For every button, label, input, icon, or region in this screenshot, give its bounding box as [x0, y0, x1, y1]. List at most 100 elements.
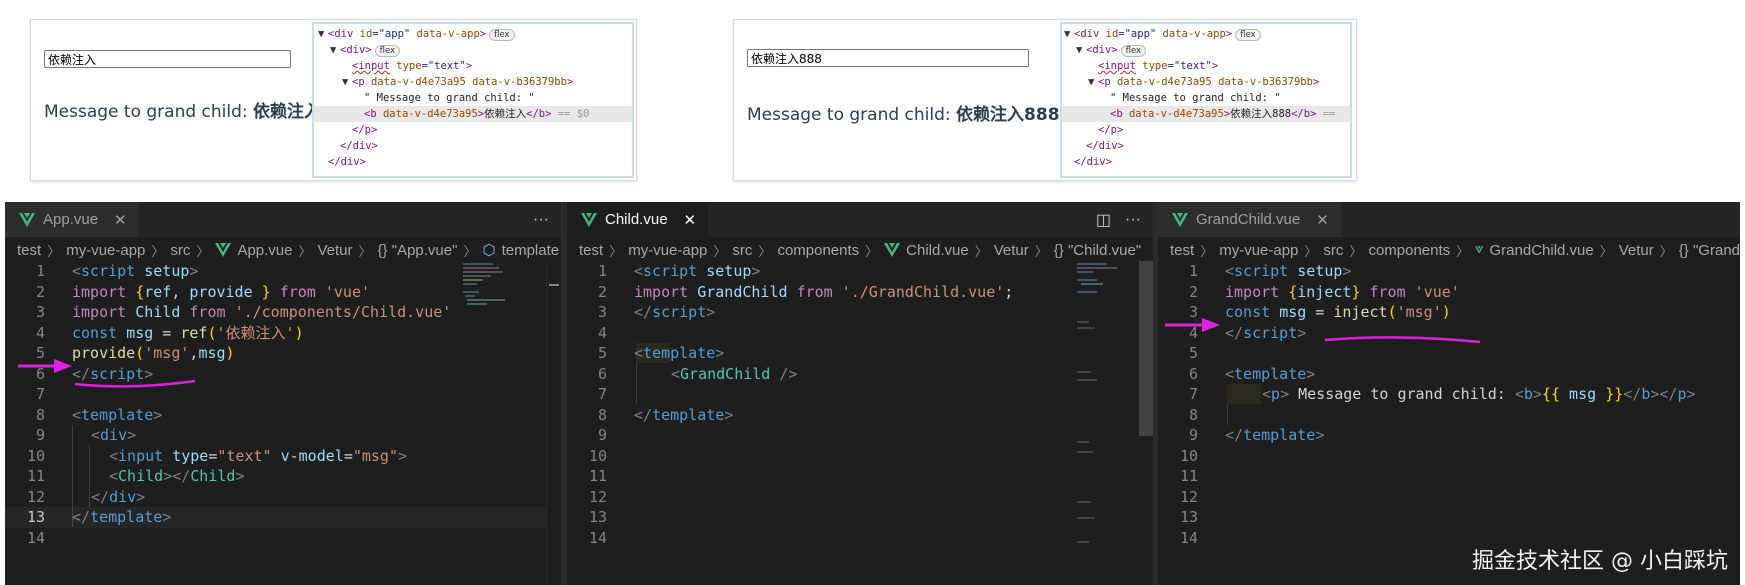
dom-node-p[interactable]: ▼ <p data-v-d4e73a95 data-v-b36379bb>	[1088, 74, 1350, 90]
breadcrumb-item[interactable]: GrandChild.vue	[1490, 242, 1594, 259]
breadcrumb-item[interactable]: my-vue-app	[628, 242, 707, 259]
breadcrumb-item[interactable]: test	[1170, 242, 1194, 259]
dom-node-b-selected[interactable]: <b data-v-d4e73a95>依赖注入</b> == $0	[314, 106, 632, 122]
dom-node-b-selected[interactable]: <b data-v-d4e73a95>依赖注入888</b> ==	[1062, 106, 1350, 122]
breadcrumb-item[interactable]: my-vue-app	[1219, 242, 1298, 259]
breadcrumb-item[interactable]: {} "App.vue"	[378, 242, 458, 259]
breadcrumb-item[interactable]: Vetur	[994, 242, 1029, 259]
devtools-elements-panel: ▼ <div id="app" data-v-app> flex ▼ <div> fle…	[1060, 22, 1352, 178]
breadcrumb-item[interactable]: Vetur	[318, 242, 353, 259]
tab-child-vue[interactable]: Child.vue ✕	[567, 202, 709, 237]
editor-pane-app-vue: App.vue ✕ ··· test 〉 my-vue-app 〉 src 〉 App…	[5, 202, 561, 585]
expand-triangle-icon[interactable]: ▼	[1076, 42, 1086, 58]
expand-triangle-icon[interactable]: ▼	[342, 74, 352, 90]
code-line-inject: 3 const msg = inject('msg')	[1188, 303, 1451, 321]
code-line: 8 </template>	[597, 405, 734, 424]
breadcrumb: test 〉 my-vue-app 〉 src 〉 App.vue 〉 Vetur 〉 {…	[17, 241, 560, 260]
dom-node-div[interactable]: ▼ <div> flex	[1076, 42, 1350, 58]
message-value: 依赖注入	[253, 102, 322, 122]
code-line: 14	[26, 528, 45, 547]
breadcrumb: test 〉 my-vue-app 〉 src 〉 components 〉 Grand…	[1170, 241, 1740, 259]
code-area[interactable]: 1 <script setup> 2 import GrandChild from …	[567, 261, 1153, 585]
breadcrumb-item[interactable]: my-vue-app	[66, 242, 145, 259]
code-line: 5	[1188, 344, 1198, 362]
code-line: 7	[35, 385, 45, 403]
code-line-current: 13 </template>	[5, 507, 561, 528]
code-line: 3 </script>	[597, 303, 716, 321]
dom-close-app: </div>	[328, 156, 366, 168]
code-line: 8	[1188, 405, 1198, 424]
more-actions-icon[interactable]: ···	[1125, 211, 1141, 229]
flex-badge[interactable]: flex	[1120, 45, 1147, 57]
scrollbar-thumb[interactable]	[1139, 261, 1153, 436]
watermark: 掘金技术社区 @ 小白踩坑	[1472, 549, 1728, 574]
dom-text-node[interactable]: " Message to grand child: "	[1110, 90, 1350, 106]
dom-text-node[interactable]: " Message to grand child: "	[364, 90, 632, 106]
flex-badge[interactable]: flex	[1235, 29, 1261, 41]
vue-file-icon	[19, 212, 35, 227]
breadcrumb-item[interactable]: src	[732, 242, 752, 259]
expand-triangle-icon[interactable]: ▼	[1064, 26, 1074, 42]
text-input[interactable]: 依赖注入	[44, 50, 291, 68]
vertical-scrollbar[interactable]	[546, 261, 561, 585]
minimap[interactable]	[463, 261, 509, 381]
code-line: 10	[588, 446, 607, 465]
breadcrumb-item[interactable]: components	[777, 242, 859, 259]
dom-node-input[interactable]: <input type="text">	[352, 58, 632, 74]
dom-close-div: </div>	[1086, 140, 1124, 152]
breadcrumb-item[interactable]: components	[1368, 242, 1450, 259]
tab-label: App.vue	[43, 211, 99, 228]
breadcrumb-item[interactable]: test	[17, 242, 41, 259]
dom-close-p: </p>	[352, 124, 378, 136]
dom-close-div: </div>	[340, 140, 378, 152]
close-icon[interactable]: ✕	[114, 211, 127, 229]
breadcrumb-item[interactable]: test	[579, 242, 603, 259]
code-line: 13	[588, 508, 607, 526]
code-line: 1 <script setup>	[1188, 262, 1352, 280]
flex-badge[interactable]: flex	[374, 45, 401, 57]
text-input[interactable]: 依赖注入888	[747, 49, 1029, 67]
minimap[interactable]	[1077, 261, 1123, 561]
split-editor-icon[interactable]: ◫	[1096, 210, 1111, 230]
code-line: 12	[1179, 487, 1198, 506]
vue-file-icon	[884, 243, 901, 257]
dom-node-app[interactable]: ▼ <div id="app" data-v-app> flex	[1064, 26, 1350, 42]
dom-node-app[interactable]: ▼ <div id="app" data-v-app> flex	[318, 26, 632, 42]
vue-file-icon	[1172, 212, 1188, 227]
scroll-position-marker	[549, 284, 559, 286]
code-line: 7	[597, 385, 607, 403]
breadcrumb-item[interactable]: template	[502, 242, 560, 259]
expand-triangle-icon[interactable]: ▼	[1088, 74, 1098, 90]
dom-close-app: </div>	[1074, 156, 1112, 168]
code-line: 10	[1179, 446, 1198, 465]
code-line: 12 </div>	[26, 487, 146, 506]
expand-triangle-icon[interactable]: ▼	[330, 42, 340, 58]
breadcrumb-item[interactable]: {} "Grand	[1679, 242, 1740, 259]
breadcrumb: test 〉 my-vue-app 〉 src 〉 components 〉 Child…	[579, 241, 1142, 259]
dom-node-p[interactable]: ▼ <p data-v-d4e73a95 data-v-b36379bb>	[342, 74, 632, 90]
code-line: 14	[588, 528, 607, 547]
breadcrumb-item[interactable]: {} "Child.vue"	[1054, 242, 1141, 259]
close-icon[interactable]: ✕	[684, 211, 697, 229]
breadcrumb-item[interactable]: App.vue	[237, 242, 292, 259]
more-actions-icon[interactable]: ···	[533, 211, 549, 229]
code-line: 1 <script setup>	[597, 262, 761, 280]
breadcrumb-item[interactable]: src	[170, 242, 190, 259]
tab-grandchild-vue[interactable]: GrandChild.vue ✕	[1158, 202, 1341, 237]
code-area[interactable]: 1 <script setup> 2 import {inject} from 'v…	[1158, 261, 1740, 585]
cube-icon: ⬡	[482, 242, 496, 259]
tab-label: Child.vue	[605, 211, 668, 228]
expand-triangle-icon[interactable]: ▼	[318, 26, 328, 42]
breadcrumb-item[interactable]: Vetur	[1619, 242, 1654, 259]
message-text: Message to grand child: 依赖注入	[44, 97, 321, 122]
breadcrumb-item[interactable]: Child.vue	[906, 242, 969, 259]
flex-badge[interactable]: flex	[489, 29, 515, 41]
breadcrumb-item[interactable]: src	[1323, 242, 1343, 259]
tab-app-vue[interactable]: App.vue ✕	[5, 202, 139, 237]
vue-file-icon	[581, 212, 597, 227]
close-icon[interactable]: ✕	[1316, 211, 1329, 229]
dom-node-input[interactable]: <input type="text">	[1098, 58, 1350, 74]
dom-node-div[interactable]: ▼ <div> flex	[330, 42, 632, 58]
code-line: 4 </script>	[1188, 323, 1307, 342]
code-line: 9 <div>	[35, 426, 137, 444]
